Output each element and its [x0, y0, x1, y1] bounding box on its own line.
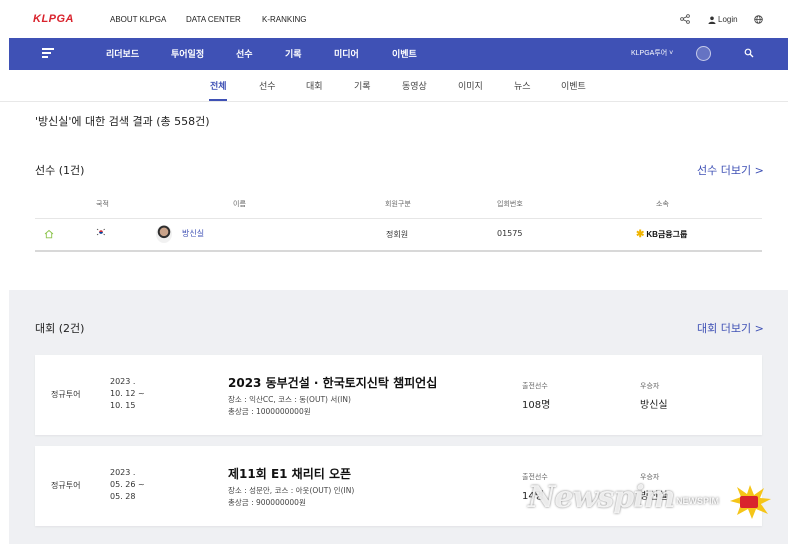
user-icon — [708, 16, 716, 24]
player-member-type: 정회원 — [386, 230, 409, 239]
menu-events[interactable]: 이벤트 — [392, 47, 417, 60]
tournament-name[interactable]: 제11회 E1 채리티 오픈 — [228, 465, 351, 482]
tour-emblem-icon[interactable] — [696, 46, 711, 61]
date-line: 05. 26 ~ — [110, 480, 145, 489]
tab-images[interactable]: 이미지 — [458, 79, 483, 92]
menu-players[interactable]: 선수 — [236, 47, 253, 60]
klpga-logo[interactable]: KLPGA — [33, 13, 74, 25]
date-line: 10. 12 ~ — [110, 389, 145, 398]
tournament-date: 2023 . 10. 12 ~ 10. 15 — [110, 376, 145, 412]
tournament-prize: 총상금 : 1000000000원 — [228, 407, 311, 416]
column-header-affiliation: 소속 — [656, 200, 669, 208]
top-bar: KLPGA ABOUT KLPGA DATA CENTER K-RANKING … — [0, 0, 788, 38]
tab-records[interactable]: 기록 — [354, 79, 371, 92]
tournament-venue: 장소 : 성문안, 코스 : 아웃(OUT) 인(IN) — [228, 486, 355, 495]
tab-videos[interactable]: 동영상 — [402, 79, 427, 92]
winner-label: 우승자 — [640, 473, 660, 481]
players-section-heading: 선수 (1건) — [35, 164, 85, 177]
tournament-tour-type: 정규투어 — [51, 481, 81, 490]
player-avatar[interactable] — [156, 225, 172, 243]
table-divider — [35, 250, 762, 252]
column-header-name: 이름 — [233, 200, 246, 208]
entrants-value: 14명 — [522, 491, 544, 502]
tab-news[interactable]: 뉴스 — [514, 79, 531, 92]
nav-about-klpga[interactable]: ABOUT KLPGA — [110, 15, 166, 24]
tournament-name[interactable]: 2023 동부건설 · 한국토지신탁 챔피언십 — [228, 374, 437, 391]
main-menu-bar: 리더보드 투어일정 선수 기록 미디어 이벤트 KLPGA투어 ˅ — [9, 38, 788, 70]
column-header-member-type: 회원구분 — [385, 200, 411, 208]
entrants-label: 출전선수 — [522, 382, 548, 390]
entrants-value: 108명 — [522, 400, 551, 411]
tournament-details: 장소 : 익산CC, 코스 : 동(OUT) 서(IN) 총상금 : 10000… — [228, 394, 351, 418]
winner-label: 우승자 — [640, 382, 660, 390]
tournaments-more-link[interactable]: 대회 더보기 > — [697, 320, 764, 336]
tournament-card[interactable]: 정규투어 2023 . 05. 26 ~ 05. 28 제11회 E1 채리티 … — [35, 446, 762, 526]
tournament-date: 2023 . 05. 26 ~ 05. 28 — [110, 467, 145, 503]
login-button[interactable]: Login — [708, 15, 738, 24]
date-line: 2023 . — [110, 468, 136, 477]
search-category-tabs: 전체 선수 대회 기록 동영상 이미지 뉴스 이벤트 — [0, 70, 788, 102]
globe-icon[interactable] — [754, 15, 763, 24]
player-sponsor: ✱ KB금융그룹 — [636, 229, 687, 240]
home-icon[interactable] — [44, 229, 54, 239]
players-more-link[interactable]: 선수 더보기 > — [697, 162, 764, 178]
table-divider — [35, 218, 762, 219]
menu-media[interactable]: 미디어 — [334, 47, 359, 60]
menu-records[interactable]: 기록 — [285, 47, 302, 60]
tournament-venue: 장소 : 익산CC, 코스 : 동(OUT) 서(IN) — [228, 395, 351, 404]
tab-players[interactable]: 선수 — [259, 79, 276, 92]
hamburger-menu-icon[interactable] — [42, 48, 54, 58]
player-member-no: 01575 — [497, 229, 523, 238]
tour-select-dropdown[interactable]: KLPGA투어 ˅ — [631, 48, 673, 58]
winner-value[interactable]: 방신실 — [640, 396, 668, 411]
tournament-details: 장소 : 성문안, 코스 : 아웃(OUT) 인(IN) 총상금 : 90000… — [228, 485, 354, 509]
kb-star-icon: ✱ — [636, 228, 645, 240]
column-header-member-no: 입회번호 — [497, 200, 523, 208]
nav-data-center[interactable]: DATA CENTER — [186, 15, 241, 24]
login-label: Login — [718, 15, 738, 24]
korea-flag-icon — [96, 228, 106, 236]
tournament-prize: 총상금 : 900000000원 — [228, 498, 306, 507]
active-tab-indicator — [209, 99, 227, 101]
menu-tour-schedule[interactable]: 투어일정 — [171, 47, 204, 60]
tab-tournaments[interactable]: 대회 — [306, 79, 323, 92]
search-result-title: '방신실'에 대한 검색 결과 (총 558건) — [35, 115, 210, 128]
tab-all[interactable]: 전체 — [210, 79, 227, 92]
date-line: 2023 . — [110, 377, 136, 386]
tournament-card[interactable]: 정규투어 2023 . 10. 12 ~ 10. 15 2023 동부건설 · … — [35, 355, 762, 435]
search-icon[interactable] — [744, 48, 754, 58]
entrants-label: 출전선수 — [522, 473, 548, 481]
menu-leaderboard[interactable]: 리더보드 — [106, 47, 139, 60]
player-name-link[interactable]: 방신실 — [182, 228, 204, 239]
date-line: 10. 15 — [110, 401, 136, 410]
column-header-nationality: 국적 — [96, 200, 109, 208]
share-icon[interactable] — [680, 14, 690, 24]
tournament-tour-type: 정규투어 — [51, 390, 81, 399]
player-sponsor-label: KB금융그룹 — [646, 230, 688, 239]
date-line: 05. 28 — [110, 492, 136, 501]
tab-events[interactable]: 이벤트 — [561, 79, 586, 92]
winner-value[interactable]: 방신실 — [640, 487, 668, 502]
nav-k-ranking[interactable]: K-RANKING — [262, 15, 306, 24]
tournaments-section-heading: 대회 (2건) — [35, 322, 85, 335]
